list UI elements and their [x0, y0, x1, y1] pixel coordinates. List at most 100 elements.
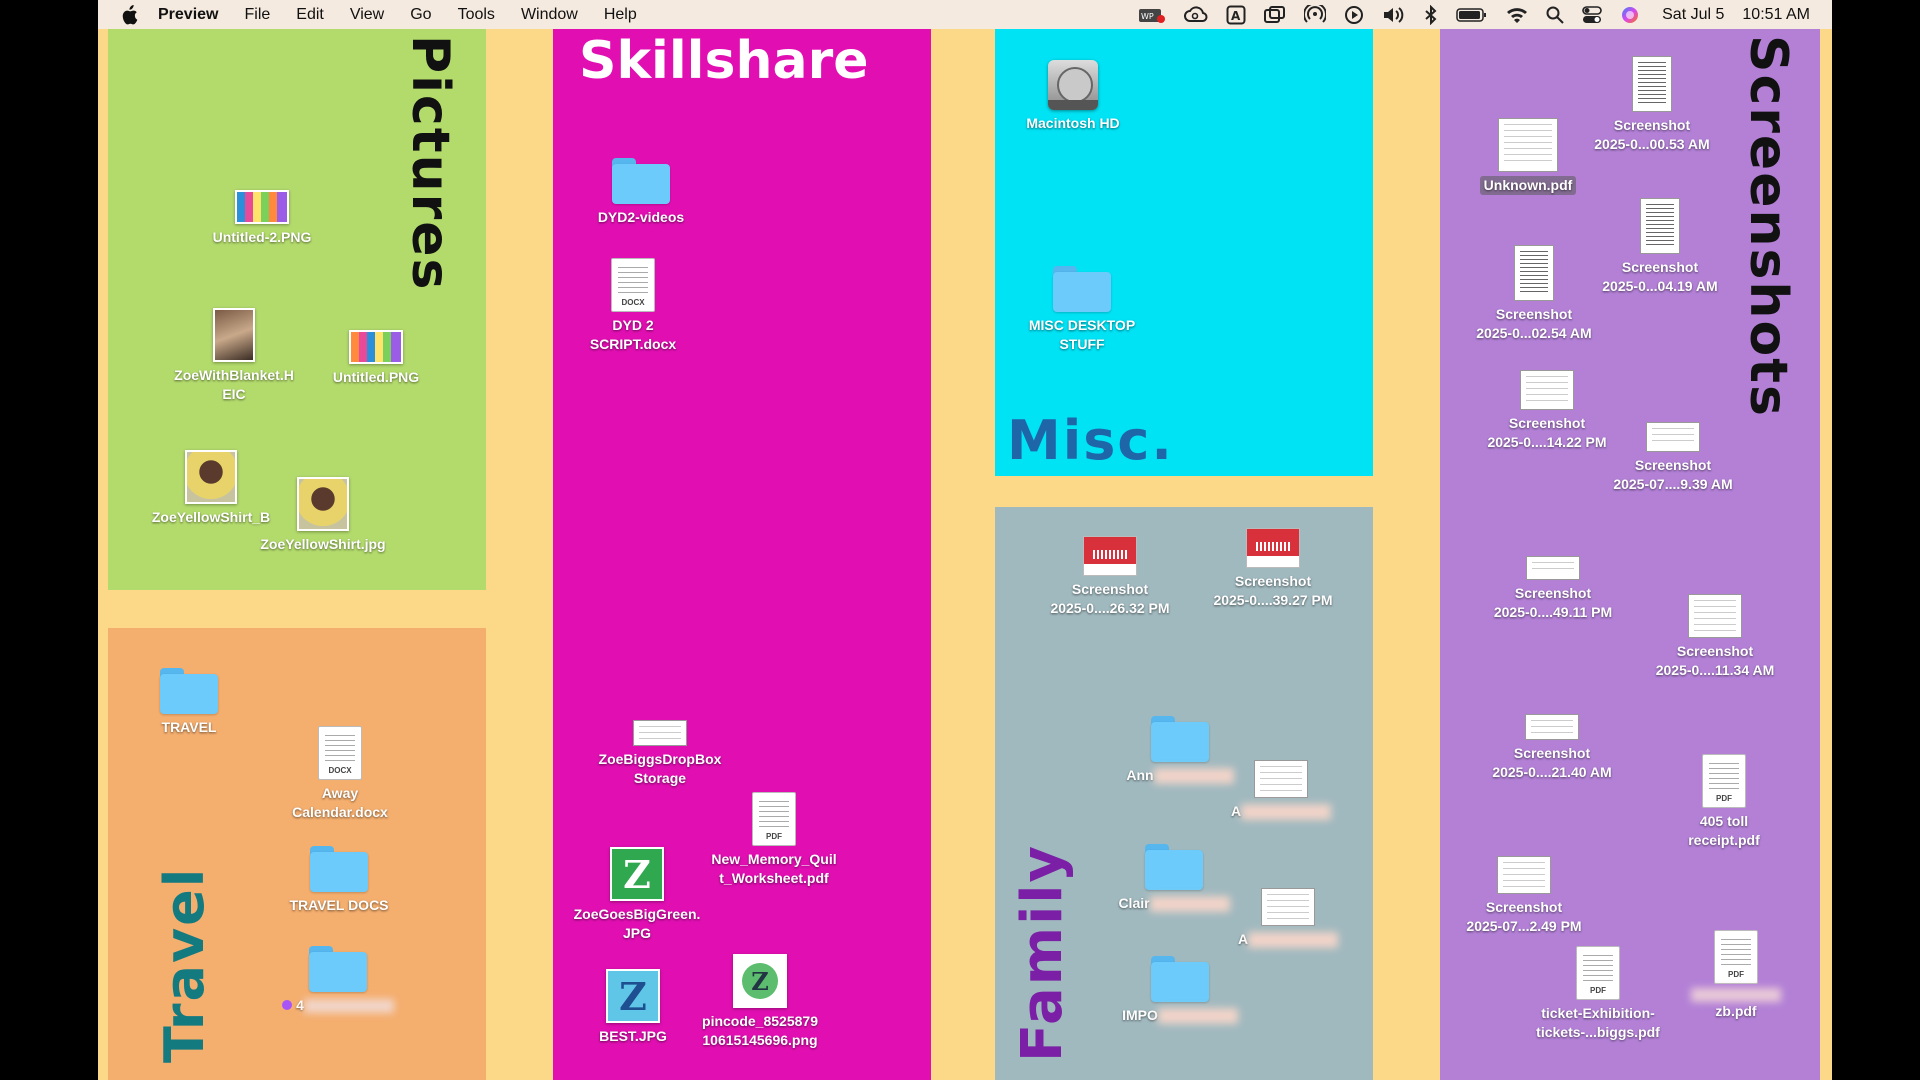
desktop-file[interactable]: PDF 405 toll receipt.pdf [1649, 754, 1799, 850]
menubar-time[interactable]: 10:51 AM [1742, 6, 1810, 24]
image-thumbnail [1526, 556, 1580, 580]
image-thumbnail [633, 720, 687, 746]
image-thumbnail-badge: Z [742, 963, 778, 999]
control-center-icon[interactable] [1582, 5, 1602, 24]
file-label: ZoeBiggsDropBox Storage [598, 751, 722, 786]
creative-cloud-icon[interactable] [1184, 5, 1208, 24]
file-label: ZoeYellowShirt.jpg [260, 536, 386, 552]
screenshots-title: Screenshots [1738, 35, 1798, 418]
folder-icon [612, 158, 670, 204]
pictures-title: Pictures [400, 35, 460, 292]
file-label: TRAVEL [161, 719, 217, 735]
battery-icon[interactable] [1456, 7, 1488, 23]
search-icon[interactable] [1546, 6, 1564, 24]
desktop-file[interactable]: Screenshot 2025-07....9.39 AM [1598, 422, 1748, 494]
desktop-file[interactable]: Screenshot 2025-0....26.32 PM [1035, 536, 1185, 618]
menu-edit[interactable]: Edit [296, 6, 324, 24]
menu-bar: Preview File Edit View Go Tools Window H… [98, 0, 1832, 29]
siri-icon[interactable] [1620, 5, 1640, 25]
file-label: ZoeWithBlanket.H EIC [174, 367, 294, 402]
desktop-file[interactable]: Z ZoeGoesBigGreen. JPG [562, 847, 712, 943]
pdf-icon: PDF [752, 792, 796, 846]
volume-icon[interactable] [1382, 6, 1406, 24]
desktop-file[interactable]: A [1206, 760, 1356, 821]
folder-icon [309, 946, 367, 992]
menu-help[interactable]: Help [604, 6, 637, 24]
file-label: Screenshot 2025-0....14.22 PM [1487, 415, 1607, 450]
desktop-file[interactable]: Unknown.pdf [1453, 118, 1603, 195]
folder-icon [1151, 956, 1209, 1002]
desktop-folder[interactable]: IMPO [1105, 956, 1255, 1025]
wifi-icon[interactable] [1506, 6, 1528, 24]
desktop-folder[interactable]: MISC DESKTOP STUFF [1007, 266, 1157, 354]
desktop-file[interactable]: PDF ticket-Exhibition- tickets-...biggs.… [1523, 946, 1673, 1042]
desktop-folder[interactable]: TRAVEL [114, 668, 264, 737]
file-label-text: A [1230, 803, 1242, 819]
image-thumbnail [1520, 370, 1574, 410]
desktop-file[interactable]: PDF New_Memory_Quil t_Worksheet.pdf [699, 792, 849, 888]
image-thumbnail [185, 450, 237, 504]
wp-recorder-icon[interactable]: WP [1138, 6, 1166, 24]
file-label: ticket-Exhibition- tickets-...biggs.pdf [1536, 1005, 1660, 1040]
desktop-file[interactable]: DOCX DYD 2 SCRIPT.docx [558, 258, 708, 354]
menu-window[interactable]: Window [521, 6, 578, 24]
file-label: Screenshot 2025-0....39.27 PM [1213, 573, 1333, 608]
menu-go[interactable]: Go [410, 6, 431, 24]
desktop-file[interactable]: Untitled.PNG [301, 330, 451, 387]
image-thumbnail [297, 477, 349, 531]
file-label-text: A [1237, 931, 1249, 947]
play-icon[interactable] [1344, 5, 1364, 25]
hard-drive-icon [1048, 60, 1098, 110]
desktop-file[interactable]: ZoeWithBlanket.H EIC [159, 308, 309, 404]
image-thumbnail [235, 190, 289, 224]
file-label: 405 toll receipt.pdf [1688, 813, 1760, 848]
desktop-file[interactable]: A [1213, 888, 1363, 949]
menubar-date[interactable]: Sat Jul 5 [1662, 6, 1724, 24]
image-thumbnail: Z [733, 954, 787, 1008]
desktop-drive[interactable]: Macintosh HD [998, 60, 1148, 133]
file-label: Untitled-2.PNG [212, 229, 312, 245]
desktop-file[interactable]: PDF zb.pdf [1661, 930, 1811, 1021]
desktop-file[interactable]: DOCX Away Calendar.docx [265, 726, 415, 822]
svg-text:A: A [1231, 9, 1241, 23]
pdf-icon: PDF [1702, 754, 1746, 808]
desktop-file[interactable]: Screenshot 2025-07...2.49 PM [1449, 856, 1599, 936]
bluetooth-icon[interactable] [1424, 4, 1438, 25]
file-label: DYD 2 SCRIPT.docx [589, 317, 677, 352]
menu-file[interactable]: File [244, 6, 270, 24]
redaction [1248, 932, 1339, 949]
desktop-file[interactable]: ZoeYellowShirt.jpg [248, 477, 398, 554]
menu-tools[interactable]: Tools [458, 6, 495, 24]
file-label: Screenshot 2025-0...00.53 AM [1594, 117, 1710, 152]
keyboard-input-icon[interactable]: A [1226, 5, 1246, 25]
desktop-file[interactable]: Screenshot 2025-0....11.34 AM [1640, 594, 1790, 680]
folder-icon [160, 668, 218, 714]
desktop-file[interactable]: ZoeBiggsDropBox Storage [585, 720, 735, 788]
screen-mirror-icon[interactable] [1264, 5, 1286, 24]
desktop-file[interactable]: Z pincode_8525879 10615145696.png [685, 954, 835, 1050]
menu-app-name[interactable]: Preview [158, 6, 218, 24]
image-thumbnail [1083, 536, 1137, 576]
desktop-file[interactable]: Screenshot 2025-0....49.11 PM [1478, 556, 1628, 622]
desktop-folder[interactable]: DYD2-videos [566, 158, 716, 227]
desktop-folder[interactable]: 4 [263, 946, 413, 1015]
family-title: Family [1010, 843, 1075, 1062]
apple-menu-icon[interactable] [120, 4, 138, 25]
redaction [1157, 1008, 1238, 1025]
image-thumbnail [1646, 422, 1700, 452]
desktop-folder[interactable]: TRAVEL DOCS [264, 846, 414, 915]
pdf-icon [1498, 118, 1558, 172]
menu-view[interactable]: View [350, 6, 384, 24]
file-label: Screenshot 2025-0....21.40 AM [1492, 745, 1612, 780]
pdf-icon: PDF [1714, 930, 1758, 984]
file-label: IMPO [1122, 1006, 1238, 1025]
pdf-icon: PDF [1576, 946, 1620, 1000]
desktop-file[interactable]: Screenshot 2025-0....21.40 AM [1477, 714, 1627, 782]
airplay-icon[interactable] [1304, 4, 1327, 25]
file-label: MISC DESKTOP STUFF [1028, 317, 1136, 352]
desktop-file[interactable]: Screenshot 2025-0....39.27 PM [1198, 528, 1348, 610]
file-label: Screenshot 2025-0....26.32 PM [1050, 581, 1170, 616]
file-label: DYD2-videos [597, 209, 685, 225]
desktop-file[interactable]: Screenshot 2025-0...02.54 AM [1459, 245, 1609, 343]
desktop-file[interactable]: Untitled-2.PNG [187, 190, 337, 247]
